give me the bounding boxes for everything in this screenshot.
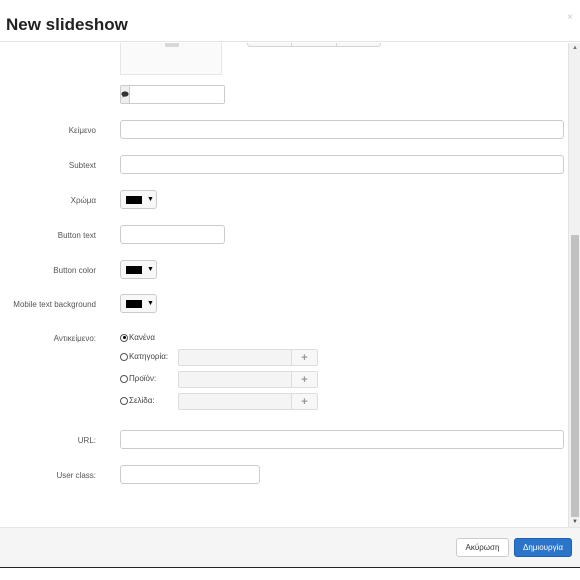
radio-label: Προϊόν: [129,374,157,383]
button-color-picker[interactable]: ▼ [120,260,157,279]
caret-down-icon: ▼ [147,266,154,273]
category-picker: + [178,349,318,366]
radio-option-none[interactable]: Κανένα [120,333,155,342]
cancel-button[interactable]: Ακύρωση [456,538,509,557]
radio-button[interactable] [120,333,128,342]
mobile-text-background-picker[interactable]: ▼ [120,294,157,313]
radio-option-page[interactable]: Σελίδα: [120,396,155,405]
dialog-footer: Ακύρωση Δημιουργία [0,527,580,567]
image-toolbar-button[interactable] [337,43,380,46]
button-text-input[interactable] [120,225,225,244]
dialog-title: New slideshow [6,15,128,34]
url-input[interactable] [120,430,564,449]
plus-icon[interactable]: + [291,394,317,409]
caret-down-icon: ▼ [147,300,154,307]
image-placeholder-icon [165,43,179,47]
mobile-text-background-label: Mobile text background [13,300,96,309]
caret-down-icon: ▼ [147,196,154,203]
color-swatch [126,266,142,274]
dialog-body: Κείμενο Subtext Χρώμα ▼ Button text Butt… [0,43,568,527]
object-label: Αντικείμενο: [53,334,96,343]
radio-label: Σελίδα: [129,396,155,405]
color-picker[interactable]: ▼ [120,190,157,209]
page-field[interactable] [179,394,291,409]
radio-label: Κατηγορία: [129,352,169,361]
caption-field [120,85,225,104]
subtext-label: Subtext [68,161,96,170]
radio-button[interactable] [120,374,128,383]
image-preview[interactable] [120,43,222,75]
scroll-up-icon[interactable]: ▲ [572,45,578,51]
color-swatch [126,196,142,204]
product-picker: + [178,371,318,388]
scroll-down-icon[interactable]: ▼ [572,519,578,525]
text-label: Κείμενο [68,126,96,135]
url-label: URL: [77,436,96,445]
product-field[interactable] [179,372,291,387]
create-button[interactable]: Δημιουργία [514,538,572,557]
page-picker: + [178,393,318,410]
category-field[interactable] [179,350,291,365]
user-class-input[interactable] [120,465,260,484]
plus-icon[interactable]: + [291,350,317,365]
radio-option-category[interactable]: Κατηγορία: [120,352,168,361]
scrollbar[interactable]: ▲ ▼ [568,43,580,527]
text-input[interactable] [120,120,564,139]
close-icon[interactable]: × [567,12,573,23]
radio-option-product[interactable]: Προϊόν: [120,374,156,383]
comment-icon [121,86,130,103]
user-class-label: User class: [56,471,96,480]
plus-icon[interactable]: + [291,372,317,387]
subtext-input[interactable] [120,155,564,174]
button-color-label: Button color [53,266,96,275]
radio-label: Κανένα [129,333,156,342]
image-toolbar-button[interactable] [292,43,337,46]
radio-button[interactable] [120,352,128,361]
radio-button[interactable] [120,396,128,405]
button-text-label: Button text [57,231,96,240]
image-toolbar [247,43,381,47]
color-label: Χρώμα [70,196,96,205]
color-swatch [126,300,142,308]
dialog-header: New slideshow × [0,0,580,42]
image-toolbar-button[interactable] [248,43,293,46]
caption-input[interactable] [130,86,224,103]
scrollbar-thumb[interactable] [571,235,579,517]
window-bottom-edge [0,567,580,580]
